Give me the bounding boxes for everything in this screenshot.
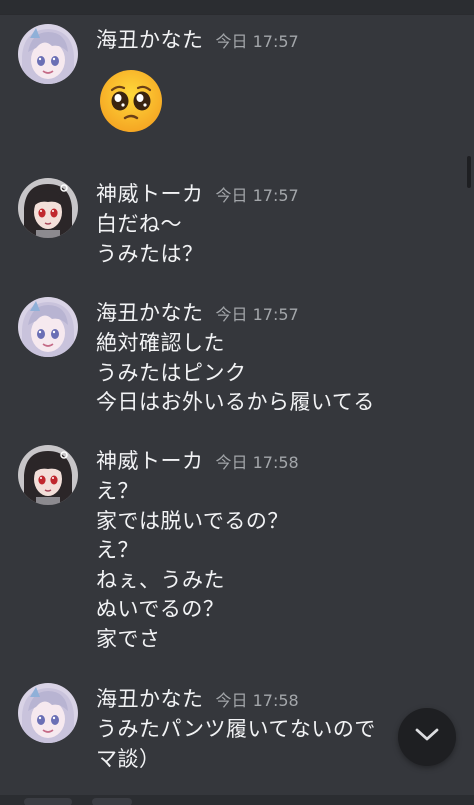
message-content: え？ 家では脱いでるの？ え？ ねぇ、うみた ぬいでるの？ 家でさ	[96, 477, 289, 654]
timestamp: 今日 17:57	[215, 32, 299, 51]
author-name[interactable]: 海丑かなた	[96, 683, 204, 713]
message: 神威トーカ 今日 17:58 え？ 家では脱いでるの？ え？ ねぇ、うみた ぬい…	[0, 445, 474, 665]
message-line: ねぇ、うみた	[96, 567, 225, 592]
author-name[interactable]: 海丑かなた	[96, 24, 204, 54]
jump-to-present-button[interactable]	[398, 708, 456, 766]
message-line: え？	[96, 479, 139, 503]
avatar[interactable]	[18, 178, 78, 238]
message-line: 今日はお外いるから履いてる	[96, 390, 375, 414]
avatar[interactable]	[18, 297, 78, 357]
message-line: うみたは？	[96, 241, 204, 266]
message-line: 家でさ	[96, 626, 161, 651]
message-line: うみたはピンク	[96, 360, 247, 385]
message-header: 海丑かなた 今日 17:58	[96, 683, 299, 715]
message-line: うみたパンツ履いてないので	[96, 717, 376, 741]
message-line: 家では脱いでるの？	[96, 508, 289, 533]
avatar[interactable]	[18, 683, 78, 743]
top-edge	[0, 0, 474, 15]
message-line: え？	[96, 538, 139, 562]
message-header: 海丑かなた 今日 17:57	[96, 297, 299, 329]
message-line: 絶対確認した	[96, 331, 225, 355]
avatar[interactable]	[18, 24, 78, 84]
message-header: 海丑かなた 今日 17:57	[96, 24, 299, 56]
pleading-face-emoji	[98, 68, 164, 134]
chat-screen: 海丑かなた 今日 17:57 神威トーカ 今日 17:57 白だね〜 うみたは？…	[0, 0, 474, 805]
author-name[interactable]: 海丑かなた	[96, 297, 204, 327]
message: 海丑かなた 今日 17:57	[0, 24, 474, 154]
message-line: マ談）	[96, 746, 161, 771]
message-content: 絶対確認した うみたはピンク 今日はお外いるから履いてる	[96, 329, 375, 418]
message-line: ぬいでるの？	[96, 597, 225, 621]
message-header: 神威トーカ 今日 17:57	[96, 178, 299, 210]
timestamp: 今日 17:58	[215, 691, 299, 710]
scrollbar[interactable]	[467, 156, 471, 188]
author-name[interactable]: 神威トーカ	[96, 445, 204, 475]
message-content: 白だね〜 うみたは？	[96, 210, 204, 269]
bottom-bar	[0, 795, 474, 805]
timestamp: 今日 17:57	[215, 305, 299, 324]
author-name[interactable]: 神威トーカ	[96, 178, 204, 208]
message-header: 神威トーカ 今日 17:58	[96, 445, 299, 477]
chevron-down-icon	[414, 727, 440, 747]
timestamp: 今日 17:57	[215, 186, 299, 205]
bottom-pill	[92, 798, 132, 805]
message: 神威トーカ 今日 17:57 白だね〜 うみたは？	[0, 178, 474, 278]
timestamp: 今日 17:58	[215, 453, 299, 472]
avatar[interactable]	[18, 445, 78, 505]
message-line: 白だね〜	[96, 212, 182, 236]
bottom-pill	[24, 798, 72, 805]
message-content: うみたパンツ履いてないので マ談）	[96, 715, 376, 774]
message: 海丑かなた 今日 17:57 絶対確認した うみたはピンク 今日はお外いるから履…	[0, 297, 474, 427]
